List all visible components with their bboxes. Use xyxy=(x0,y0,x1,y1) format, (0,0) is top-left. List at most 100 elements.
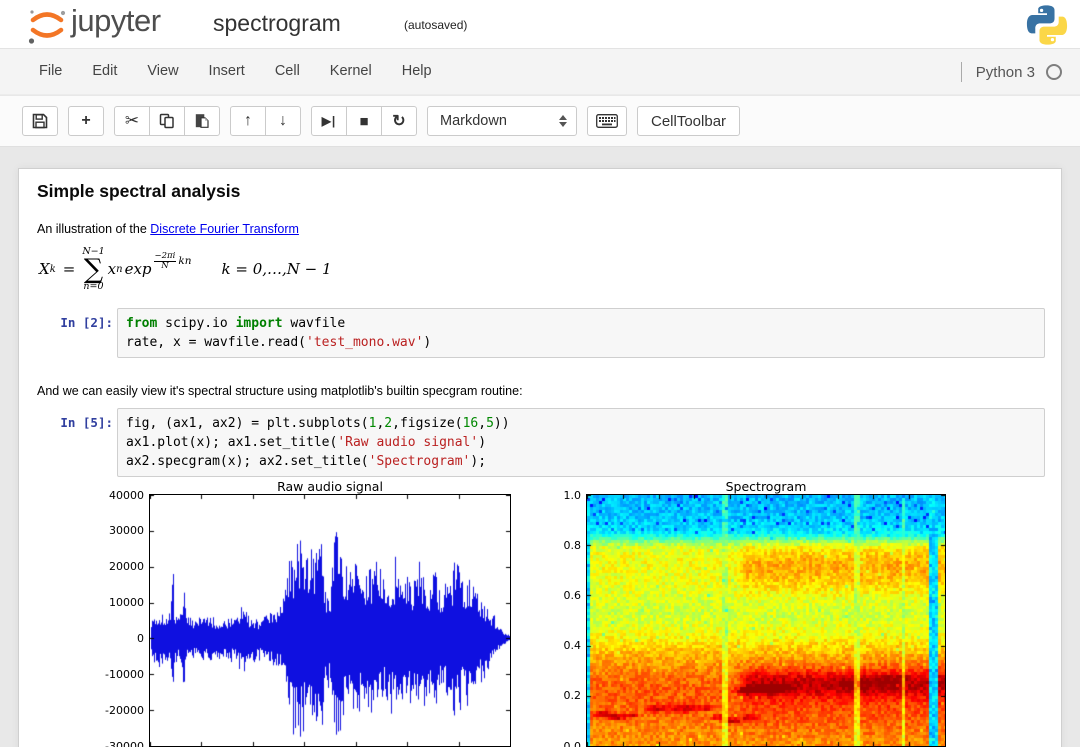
paste-cell-button[interactable] xyxy=(184,106,220,136)
formula-lhs: X xyxy=(39,260,50,278)
jupyter-notebook-app: jupyter spectrogram (autosaved) File Edit… xyxy=(0,0,1080,747)
interrupt-kernel-button[interactable]: ■ xyxy=(346,106,382,136)
menu-kernel[interactable]: Kernel xyxy=(315,49,387,94)
formula-term-sub: n xyxy=(116,263,123,275)
markdown-heading: Simple spectral analysis xyxy=(37,181,241,201)
restart-kernel-button[interactable]: ↻ xyxy=(381,106,417,136)
python-logo-icon xyxy=(1026,5,1068,45)
toolbar: + ✂ ↑ ↓ ▶| ■ ↻ Markdown CellToolbar xyxy=(0,96,1080,147)
y-tick-label: -20000 xyxy=(105,703,144,717)
jupyter-logo-icon[interactable] xyxy=(27,6,67,46)
formula-exp: exp xyxy=(124,260,152,278)
menu-view[interactable]: View xyxy=(132,49,193,94)
jupyter-logo-text[interactable]: jupyter xyxy=(71,3,161,39)
save-notebook-button[interactable] xyxy=(22,106,58,136)
sigma-symbol: ∑ xyxy=(83,253,104,285)
plot-title-spectrogram: Spectrogram xyxy=(725,479,807,494)
plot-title-raw-audio: Raw audio signal xyxy=(277,479,383,494)
spectrogram-canvas xyxy=(587,495,945,746)
exponent-tail: kn xyxy=(178,255,192,267)
autosave-status: (autosaved) xyxy=(404,18,468,32)
cell-prompt: In [2]: xyxy=(60,315,113,330)
copy-cell-button[interactable] xyxy=(149,106,185,136)
dft-link[interactable]: Discrete Fourier Transform xyxy=(150,222,299,236)
toolbar-button-group xyxy=(22,106,58,146)
code-line: ax2.specgram(x); ax2.set_title('Spectrog… xyxy=(126,454,487,469)
code-line: rate, x = wavfile.read('test_mono.wav') xyxy=(126,335,432,350)
move-cell-up-button[interactable]: ↑ xyxy=(230,106,266,136)
notebook-container: Simple spectral analysis An illustration… xyxy=(18,168,1062,747)
menu-edit[interactable]: Edit xyxy=(77,49,132,94)
toolbar-button-group: ▶| ■ ↻ xyxy=(311,106,417,146)
kernel-idle-circle-icon xyxy=(1046,64,1062,80)
toolbar-button-group: + xyxy=(68,106,104,146)
arrow-up-icon: ↑ xyxy=(244,112,252,129)
menu-cell[interactable]: Cell xyxy=(260,49,315,94)
cell-prompt: In [5]: xyxy=(60,415,113,430)
intro-text: An illustration of the xyxy=(37,222,151,236)
code-cell-in5: In [5]: fig, (ax1, ax2) = plt.subplots(1… xyxy=(37,408,1045,477)
y-tick-label: 40000 xyxy=(109,488,144,502)
celltoolbar-button[interactable]: CellToolbar xyxy=(637,106,741,136)
waveform-canvas xyxy=(150,495,510,746)
notebook-title[interactable]: spectrogram xyxy=(213,10,341,37)
menu-file[interactable]: File xyxy=(24,49,77,94)
formula-lhs-sub: k xyxy=(49,263,56,275)
y-tick-label: 0.2 xyxy=(563,689,582,703)
formula-term: x xyxy=(107,260,117,278)
insert-cell-below-button[interactable]: + xyxy=(68,106,104,136)
plus-icon: + xyxy=(81,112,91,129)
y-tick-label: -30000 xyxy=(105,739,144,747)
notebook-header: jupyter spectrogram (autosaved) xyxy=(0,0,1080,49)
y-tick-label: 0.0 xyxy=(563,739,582,747)
run-cell-button[interactable]: ▶| xyxy=(311,106,347,136)
code-input[interactable]: from scipy.io import wavfile rate, x = wa… xyxy=(117,308,1045,358)
y-tick-label: 0 xyxy=(137,631,144,645)
scissors-icon: ✂ xyxy=(124,111,140,130)
raw-audio-plot xyxy=(149,494,511,747)
sum-lower-limit: n=0 xyxy=(83,280,104,292)
y-tick-label: -10000 xyxy=(105,667,144,681)
run-icon: ▶| xyxy=(321,114,337,128)
math-formula: Xk = N−1 ∑ n=0 xn exp −2πi N kn k = 0,…,… xyxy=(39,241,332,297)
kernel-indicator-area: Python 3 xyxy=(960,49,1062,95)
y-tick-label: 1.0 xyxy=(563,488,582,502)
cut-cell-button[interactable]: ✂ xyxy=(114,106,150,136)
toolbar-button-group: ↑ ↓ xyxy=(230,106,301,146)
code-line: fig, (ax1, ax2) = plt.subplots(1,2,figsi… xyxy=(126,416,510,431)
summation: N−1 ∑ n=0 xyxy=(82,246,104,292)
spectrogram-plot xyxy=(586,494,946,747)
y-tick-label: 0.8 xyxy=(563,538,582,552)
menu-insert[interactable]: Insert xyxy=(194,49,260,94)
y-tick-label: 0.6 xyxy=(563,588,582,602)
move-cell-down-button[interactable]: ↓ xyxy=(265,106,301,136)
restart-icon: ↻ xyxy=(392,113,406,130)
formula-condition: k = 0,…,N − 1 xyxy=(221,260,332,278)
frac-denominator: N xyxy=(161,260,169,271)
menu-help[interactable]: Help xyxy=(387,49,447,94)
formula-exponent: −2πi N kn xyxy=(153,251,192,271)
copy-icon xyxy=(159,113,175,129)
code-line: ax1.plot(x); ax1.set_title('Raw audio si… xyxy=(126,435,487,450)
markdown-paragraph-2: And we can easily view it's spectral str… xyxy=(37,384,523,398)
y-tick-label: 10000 xyxy=(109,596,144,610)
floppy-icon xyxy=(32,113,48,129)
toolbar-button-group: ✂ xyxy=(114,106,220,146)
y-tick-label: 0.4 xyxy=(563,639,582,653)
cell-type-dropdown[interactable]: Markdown xyxy=(427,106,577,136)
y-tick-label: 20000 xyxy=(109,560,144,574)
keyboard-icon xyxy=(596,114,618,128)
code-cell-in2: In [2]: from scipy.io import wavfile rate… xyxy=(37,308,1045,358)
divider xyxy=(960,62,962,82)
select-arrows-icon xyxy=(559,115,567,127)
stop-icon: ■ xyxy=(359,112,369,130)
code-input[interactable]: fig, (ax1, ax2) = plt.subplots(1,2,figsi… xyxy=(117,408,1045,477)
formula-equals: = xyxy=(62,260,76,278)
menubar: File Edit View Insert Cell Kernel Help Python … xyxy=(0,49,1080,95)
cell-type-value: Markdown xyxy=(440,113,507,129)
kernel-name: Python 3 xyxy=(975,63,1035,81)
markdown-paragraph: An illustration of the Discrete Fourier … xyxy=(37,222,299,236)
code-line: from scipy.io import wavfile xyxy=(126,316,346,331)
arrow-down-icon: ↓ xyxy=(279,112,287,129)
command-palette-button[interactable] xyxy=(587,106,627,136)
